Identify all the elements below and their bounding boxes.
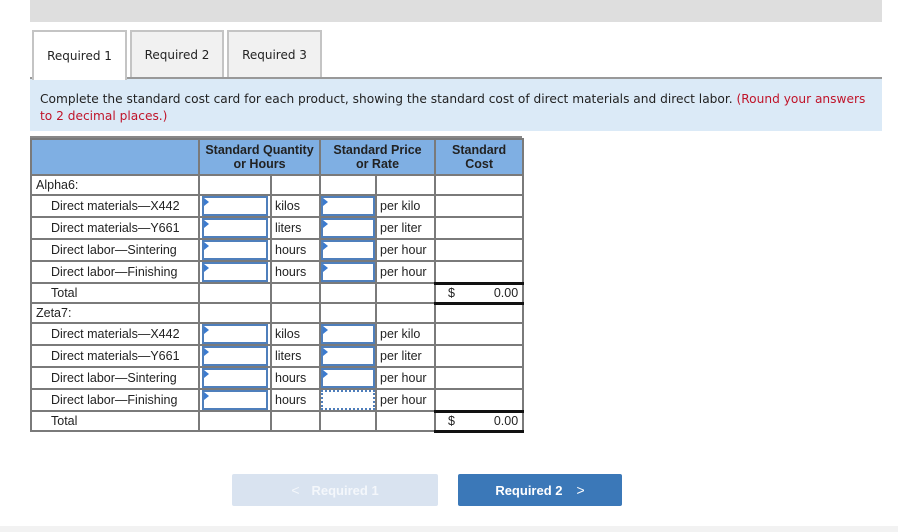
quantity-input[interactable] xyxy=(202,262,268,282)
header-cost: Standard Cost xyxy=(433,138,525,176)
row-label: Direct labor—Sintering xyxy=(30,238,200,262)
total-value: 0.00 xyxy=(493,414,519,428)
product-name: Zeta7: xyxy=(30,302,200,324)
table-header-row: Standard Quantity or Hours Standard Pric… xyxy=(30,138,525,176)
table-row: Direct labor—Sintering hours per hour xyxy=(30,238,525,262)
row-label: Direct materials—Y661 xyxy=(30,344,200,368)
chevron-right-icon: > xyxy=(576,482,585,498)
total-row: Total $0.00 xyxy=(30,281,525,305)
unit-label: hours xyxy=(270,388,321,412)
tab-bar: Required 1 Required 2 Required 3 xyxy=(32,30,325,80)
cost-cell xyxy=(433,260,525,284)
table-row: Direct labor—Finishing hours per hour xyxy=(30,388,525,412)
tab-required-2[interactable]: Required 2 xyxy=(130,30,224,78)
cost-cell xyxy=(433,366,525,390)
cost-cell xyxy=(433,322,525,346)
next-required-2-button[interactable]: Required 2 > xyxy=(458,474,622,506)
per-unit-label: per kilo xyxy=(375,322,436,346)
price-input[interactable] xyxy=(321,368,375,388)
total-cost-cell: $0.00 xyxy=(433,281,525,305)
quantity-input[interactable] xyxy=(202,368,268,388)
cost-cell xyxy=(433,344,525,368)
unit-label: kilos xyxy=(270,194,321,218)
price-input[interactable] xyxy=(321,346,375,366)
unit-label: kilos xyxy=(270,322,321,346)
table-row: Direct materials—X442 kilos per kilo xyxy=(30,322,525,346)
row-label: Direct labor—Sintering xyxy=(30,366,200,390)
per-unit-label: per hour xyxy=(375,238,436,262)
cost-cell xyxy=(433,194,525,218)
currency-symbol: $ xyxy=(448,414,455,428)
per-unit-label: per hour xyxy=(375,388,436,412)
currency-symbol: $ xyxy=(448,286,455,300)
unit-label: hours xyxy=(270,238,321,262)
total-cost-cell: $0.00 xyxy=(433,409,525,433)
total-row: Total $0.00 xyxy=(30,409,525,433)
per-unit-label: per hour xyxy=(375,260,436,284)
price-input[interactable] xyxy=(321,262,375,282)
cost-cell xyxy=(433,238,525,262)
quantity-input[interactable] xyxy=(202,390,268,410)
total-label: Total xyxy=(30,282,200,304)
instruction-box: Complete the standard cost card for each… xyxy=(30,79,882,131)
row-label: Direct materials—X442 xyxy=(30,322,200,346)
quantity-input[interactable] xyxy=(202,346,268,366)
total-label: Total xyxy=(30,410,200,432)
per-unit-label: per liter xyxy=(375,344,436,368)
table-row: Direct labor—Sintering hours per hour xyxy=(30,366,525,390)
row-label: Direct materials—X442 xyxy=(30,194,200,218)
total-value: 0.00 xyxy=(493,286,519,300)
price-input[interactable] xyxy=(321,196,375,216)
quantity-input[interactable] xyxy=(202,324,268,344)
instruction-text: Complete the standard cost card for each… xyxy=(40,92,733,106)
tab-required-3[interactable]: Required 3 xyxy=(227,30,322,78)
table-row: Direct materials—X442 kilos per kilo xyxy=(30,194,525,218)
tab-required-1[interactable]: Required 1 xyxy=(32,30,127,80)
standard-cost-card-table: Standard Quantity or Hours Standard Pric… xyxy=(30,138,525,433)
header-quantity: Standard Quantity or Hours xyxy=(198,138,321,176)
unit-label: hours xyxy=(270,260,321,284)
bottom-divider xyxy=(0,526,898,532)
quantity-input[interactable] xyxy=(202,196,268,216)
quantity-input[interactable] xyxy=(202,240,268,260)
product-name: Alpha6: xyxy=(30,174,200,196)
unit-label: liters xyxy=(270,216,321,240)
product-row-zeta7: Zeta7: xyxy=(30,302,525,324)
table-row: Direct labor—Finishing hours per hour xyxy=(30,260,525,284)
row-label: Direct labor—Finishing xyxy=(30,260,200,284)
product-row-alpha6: Alpha6: xyxy=(30,174,525,196)
next-button-label: Required 2 xyxy=(495,482,563,498)
row-label: Direct materials—Y661 xyxy=(30,216,200,240)
prev-button-label: Required 1 xyxy=(311,482,379,498)
per-unit-label: per liter xyxy=(375,216,436,240)
quantity-input[interactable] xyxy=(202,218,268,238)
row-label: Direct labor—Finishing xyxy=(30,388,200,412)
header-label xyxy=(30,138,200,176)
unit-label: hours xyxy=(270,366,321,390)
header-price: Standard Price or Rate xyxy=(319,138,436,176)
table-row: Direct materials—Y661 liters per liter xyxy=(30,216,525,240)
price-input[interactable] xyxy=(321,240,375,260)
per-unit-label: per kilo xyxy=(375,194,436,218)
price-input[interactable] xyxy=(321,218,375,238)
unit-label: liters xyxy=(270,344,321,368)
cost-cell xyxy=(433,388,525,412)
chevron-left-icon: < xyxy=(291,482,300,498)
price-input[interactable] xyxy=(321,324,375,344)
cost-cell xyxy=(433,216,525,240)
price-input-focused[interactable] xyxy=(321,390,375,410)
prev-required-1-button[interactable]: < Required 1 xyxy=(232,474,438,506)
table-row: Direct materials—Y661 liters per liter xyxy=(30,344,525,368)
per-unit-label: per hour xyxy=(375,366,436,390)
top-bar xyxy=(30,0,882,22)
